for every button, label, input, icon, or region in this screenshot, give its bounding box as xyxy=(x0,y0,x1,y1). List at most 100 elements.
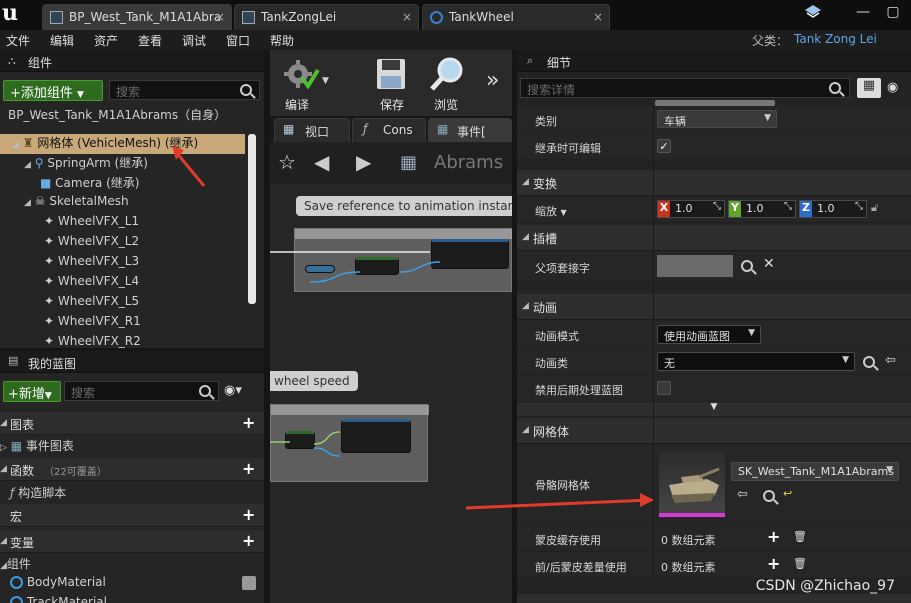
details-search-input[interactable]: 搜索详情 xyxy=(520,78,850,98)
back-arrow-icon[interactable]: ◀ xyxy=(314,150,329,174)
event-graph-canvas[interactable]: ☆ ◀ ▶ ▦ Abrams Save reference to animati… xyxy=(270,142,512,603)
dropdown-arrow-icon: ▼ xyxy=(886,465,893,475)
add-element-icon[interactable]: + xyxy=(767,527,780,546)
scale-x-field[interactable]: X 1.0 ⤡ xyxy=(657,200,725,218)
event-graph-item[interactable]: ▷ ▦ 事件图表 xyxy=(0,437,74,457)
close-icon[interactable]: × xyxy=(215,10,225,24)
section-label: 网格体 xyxy=(533,425,570,439)
compile-button[interactable]: 编译 ▼ xyxy=(278,54,330,112)
tab-event-graph[interactable]: ▦ 事件[ xyxy=(428,118,512,142)
add-graph-icon[interactable]: + xyxy=(242,413,255,432)
tank-thumbnail-icon xyxy=(669,467,720,503)
add-component-button[interactable]: +添加组件 ▼ xyxy=(3,80,103,101)
add-element-icon[interactable]: + xyxy=(767,554,780,573)
menu-view[interactable]: 查看 xyxy=(138,32,162,49)
construction-script-item[interactable]: ƒ 构造脚本 xyxy=(10,484,66,504)
close-icon[interactable]: × xyxy=(593,10,603,24)
component-vehiclemesh[interactable]: ◢ ♜ 网格体 (VehicleMesh) (继承) xyxy=(0,134,245,154)
dropdown-arrow-icon[interactable]: ▼ xyxy=(322,76,329,86)
scale-label[interactable]: 缩放 ▼ xyxy=(535,203,567,219)
section-graphs[interactable]: ◢ 图表 + xyxy=(0,412,264,435)
compile-gear-icon xyxy=(284,60,320,90)
delete-icon[interactable]: 🗑︎ xyxy=(793,530,807,543)
section-functions[interactable]: ◢ 函数 （22可覆盖） + xyxy=(0,458,264,481)
menu-edit[interactable]: 编辑 xyxy=(50,32,74,49)
anim-mode-combo[interactable]: 使用动画蓝图 ▼ xyxy=(657,325,761,344)
visibility-toggle[interactable] xyxy=(242,576,256,590)
use-selected-arrow-icon[interactable]: ⇦ xyxy=(737,487,748,502)
menu-asset[interactable]: 资产 xyxy=(94,32,118,49)
close-icon[interactable]: × xyxy=(402,10,412,24)
clear-icon[interactable]: ✕ xyxy=(763,256,775,272)
section-macros[interactable]: 宏 + xyxy=(0,504,264,527)
variable-trackmaterial[interactable]: TrackMaterial xyxy=(10,595,264,603)
add-function-icon[interactable]: + xyxy=(242,459,255,478)
favorite-star-icon[interactable]: ☆ xyxy=(278,150,296,174)
browse-search-icon[interactable] xyxy=(763,490,775,502)
scale-z-field[interactable]: Z 1.0 ⤡ xyxy=(799,200,867,218)
visibility-eye-icon[interactable]: ◉ xyxy=(887,80,898,95)
component-wheelvfx-l2[interactable]: ✦ WheelVFX_L2 xyxy=(44,234,139,254)
tab-tankzonglei[interactable]: TankZongLei × xyxy=(234,4,419,30)
section-sockets[interactable]: ◢ 插槽 xyxy=(517,225,911,251)
components-scrollbar[interactable] xyxy=(248,134,256,304)
search-icon[interactable] xyxy=(863,356,875,368)
save-button[interactable]: 保存 xyxy=(370,54,414,112)
components-header: ⛬ 组件 xyxy=(0,50,264,72)
toolbar-overflow-button[interactable]: » xyxy=(486,68,499,93)
reset-icon[interactable]: ↩ xyxy=(783,487,792,500)
maximize-button[interactable]: ▢ xyxy=(880,4,906,24)
anim-class-combo[interactable]: 无 ▼ xyxy=(657,352,855,371)
components-search-input[interactable]: 搜索 xyxy=(109,80,260,100)
parent-class-link[interactable]: Tank Zong Lei xyxy=(794,32,877,46)
parent-socket-field[interactable] xyxy=(657,255,733,277)
component-wheelvfx-l5[interactable]: ✦ WheelVFX_L5 xyxy=(44,294,139,314)
column-divider[interactable] xyxy=(653,106,654,576)
browse-button[interactable]: 浏览 xyxy=(424,54,468,112)
expand-advanced-button[interactable]: ▼ xyxy=(517,402,911,416)
forward-arrow-icon[interactable]: ▶ xyxy=(356,150,371,174)
visibility-eye-icon[interactable]: ◉▾ xyxy=(224,383,242,398)
search-icon[interactable] xyxy=(741,260,753,272)
delete-icon[interactable]: 🗑︎ xyxy=(793,557,807,570)
notification-icon[interactable] xyxy=(800,4,826,24)
tab-construction-script[interactable]: ƒ Cons xyxy=(352,118,426,142)
editable-checkbox[interactable]: ✓ xyxy=(657,139,671,153)
component-wheelvfx-l3[interactable]: ✦ WheelVFX_L3 xyxy=(44,254,139,274)
component-wheelvfx-l4[interactable]: ✦ WheelVFX_L4 xyxy=(44,274,139,294)
menu-file[interactable]: 文件 xyxy=(6,32,30,49)
lock-icon[interactable]: 🔓︎ xyxy=(871,201,878,215)
tab-bp-west-tank[interactable]: BP_West_Tank_M1A1Abra × xyxy=(42,4,232,30)
skeletal-mesh-thumbnail[interactable] xyxy=(659,451,725,517)
menu-window[interactable]: 窗口 xyxy=(226,32,250,49)
menu-help[interactable]: 帮助 xyxy=(270,32,294,49)
variable-bodymaterial[interactable]: BodyMaterial xyxy=(10,575,264,595)
component-camera[interactable]: ■ Camera (继承) xyxy=(40,174,139,194)
category-combo[interactable]: 车辆 ▼ xyxy=(657,110,777,128)
component-wheelvfx-r1[interactable]: ✦ WheelVFX_R1 xyxy=(44,314,141,334)
row-category: 类别 车辆 ▼ xyxy=(517,106,911,133)
component-wheelvfx-l1[interactable]: ✦ WheelVFX_L1 xyxy=(44,214,139,234)
skeletal-mesh-combo[interactable]: SK_West_Tank_M1A1Abrams ▼ xyxy=(731,462,899,481)
component-root[interactable]: BP_West_Tank_M1A1Abrams（自身） xyxy=(8,106,226,126)
menu-debug[interactable]: 调试 xyxy=(182,32,206,49)
new-button[interactable]: +新增▼ xyxy=(3,381,61,402)
blueprint-search-input[interactable]: 搜索 xyxy=(64,381,219,401)
tab-viewport[interactable]: ▦ 视口 xyxy=(274,118,350,142)
tab-tankwheel[interactable]: TankWheel × xyxy=(422,4,610,30)
add-variable-icon[interactable]: + xyxy=(242,531,255,550)
scale-y-field[interactable]: Y 1.0 ⤡ xyxy=(728,200,796,218)
section-animation[interactable]: ◢ 动画 xyxy=(517,294,911,320)
component-springarm[interactable]: ◢ ⚲ SpringArm (继承) xyxy=(24,154,148,174)
use-selected-arrow-icon[interactable]: ⇦ xyxy=(885,353,896,368)
section-transform[interactable]: ◢ 变换 xyxy=(517,170,911,196)
component-wheelvfx-r2[interactable]: ✦ WheelVFX_R2 xyxy=(44,334,141,348)
add-macro-icon[interactable]: + xyxy=(242,505,255,524)
property-matrix-button[interactable]: ▦ xyxy=(857,78,881,98)
components-category[interactable]: ◢组件 xyxy=(0,555,31,575)
component-skeletalmesh[interactable]: ◢ ☠ SkeletalMesh xyxy=(24,194,129,214)
section-variables[interactable]: ◢ 变量 + xyxy=(0,530,264,553)
disable-post-checkbox[interactable] xyxy=(657,381,671,395)
section-mesh[interactable]: ◢ 网格体 xyxy=(517,418,911,444)
minimize-button[interactable]: — xyxy=(850,4,876,24)
